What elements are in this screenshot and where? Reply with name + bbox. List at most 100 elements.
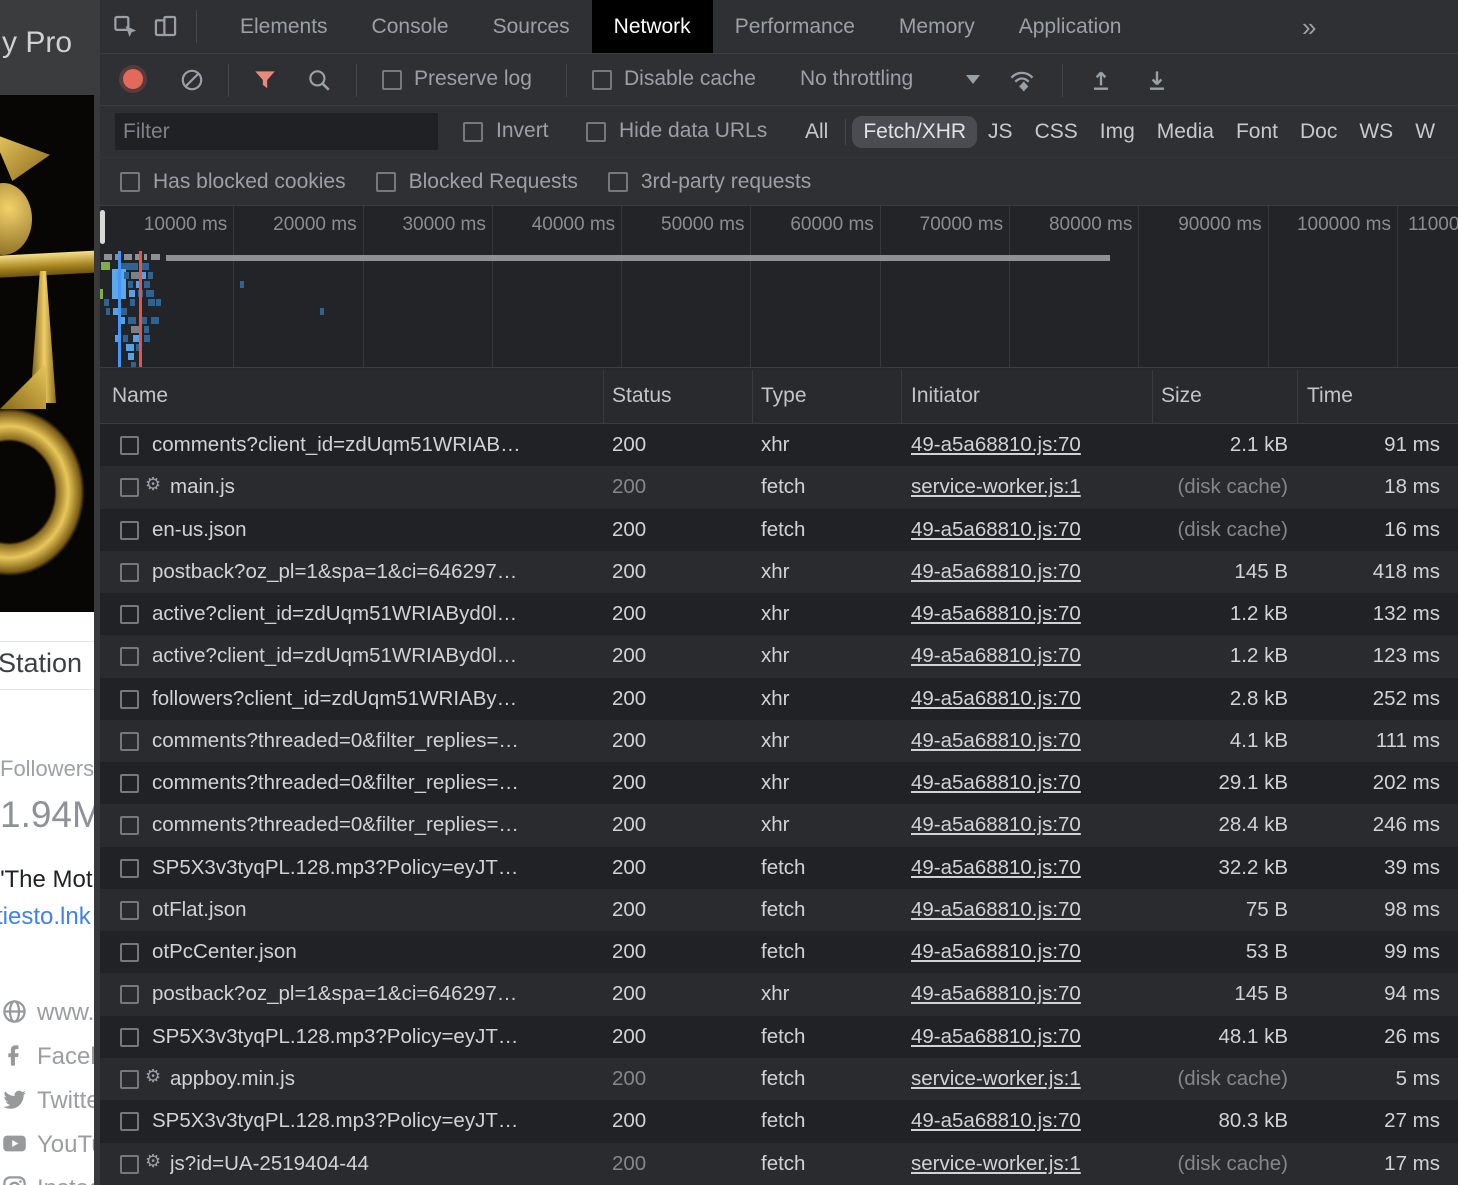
type-filter-js[interactable]: JS xyxy=(977,116,1024,148)
row-checkbox[interactable] xyxy=(120,478,139,497)
filter-icon[interactable] xyxy=(252,67,278,93)
col-time[interactable]: Time xyxy=(1307,384,1353,408)
table-row[interactable]: otPcCenter.json200fetch49-a5a68810.js:70… xyxy=(100,931,1458,973)
tab-network[interactable]: Network xyxy=(592,0,713,53)
request-initiator-link[interactable]: 49-a5a68810.js:70 xyxy=(911,813,1081,837)
type-filter-ws[interactable]: WS xyxy=(1348,116,1404,148)
table-row[interactable]: comments?threaded=0&filter_replies=…200x… xyxy=(100,762,1458,804)
tab-application[interactable]: Application xyxy=(997,0,1144,53)
3rd-party-requests-checkbox[interactable] xyxy=(608,172,628,192)
site-nav-item[interactable]: Station xyxy=(0,648,82,679)
clear-icon[interactable] xyxy=(179,67,205,93)
request-name[interactable]: otPcCenter.json xyxy=(152,940,297,964)
request-initiator-link[interactable]: service-worker.js:1 xyxy=(911,1152,1081,1176)
table-row[interactable]: active?client_id=zdUqm51WRIAByd0l…200xhr… xyxy=(100,635,1458,677)
throttling-select[interactable]: No throttling xyxy=(800,67,913,91)
bio-link[interactable]: tiesto.lnk xyxy=(0,903,91,931)
table-row[interactable]: postback?oz_pl=1&spa=1&ci=646297…200xhr4… xyxy=(100,551,1458,593)
overview-drag-handle[interactable] xyxy=(100,210,105,244)
table-row[interactable]: comments?threaded=0&filter_replies=…200x… xyxy=(100,804,1458,846)
request-name[interactable]: SP5X3v3tyqPL.128.mp3?Policy=eyJT… xyxy=(152,1109,518,1133)
type-filter-img[interactable]: Img xyxy=(1089,116,1146,148)
col-initiator[interactable]: Initiator xyxy=(911,384,980,408)
disable-cache-checkbox[interactable] xyxy=(592,70,612,90)
filter-input[interactable] xyxy=(115,113,438,150)
request-initiator-link[interactable]: 49-a5a68810.js:70 xyxy=(911,518,1081,542)
type-filter-w[interactable]: W xyxy=(1404,116,1446,148)
tab-memory[interactable]: Memory xyxy=(877,0,997,53)
table-row[interactable]: ⚙js?id=UA-2519404-44200fetchservice-work… xyxy=(100,1143,1458,1185)
request-name[interactable]: comments?threaded=0&filter_replies=… xyxy=(152,813,519,837)
request-name[interactable]: main.js xyxy=(170,475,235,499)
row-checkbox[interactable] xyxy=(120,732,139,751)
request-initiator-link[interactable]: service-worker.js:1 xyxy=(911,1067,1081,1091)
row-checkbox[interactable] xyxy=(120,816,139,835)
request-name[interactable]: SP5X3v3tyqPL.128.mp3?Policy=eyJT… xyxy=(152,1025,518,1049)
table-row[interactable]: postback?oz_pl=1&spa=1&ci=646297…200xhr4… xyxy=(100,973,1458,1015)
table-row[interactable]: SP5X3v3tyqPL.128.mp3?Policy=eyJT…200fetc… xyxy=(100,1100,1458,1142)
row-checkbox[interactable] xyxy=(120,1070,139,1089)
row-checkbox[interactable] xyxy=(120,1155,139,1174)
more-tabs-icon[interactable]: » xyxy=(1288,2,1330,52)
row-checkbox[interactable] xyxy=(120,943,139,962)
social-link[interactable]: Faceb xyxy=(0,1042,100,1076)
table-row[interactable]: comments?threaded=0&filter_replies=…200x… xyxy=(100,720,1458,762)
table-row[interactable]: ⚙appboy.min.js200fetchservice-worker.js:… xyxy=(100,1058,1458,1100)
request-initiator-link[interactable]: 49-a5a68810.js:70 xyxy=(911,898,1081,922)
type-filter-media[interactable]: Media xyxy=(1146,116,1225,148)
col-size[interactable]: Size xyxy=(1161,384,1202,408)
row-checkbox[interactable] xyxy=(120,521,139,540)
row-checkbox[interactable] xyxy=(120,859,139,878)
row-checkbox[interactable] xyxy=(120,436,139,455)
social-link[interactable]: YouTu xyxy=(0,1130,100,1164)
table-row[interactable]: SP5X3v3tyqPL.128.mp3?Policy=eyJT…200fetc… xyxy=(100,847,1458,889)
tab-console[interactable]: Console xyxy=(350,0,471,53)
type-filter-fetchxhr[interactable]: Fetch/XHR xyxy=(852,116,977,148)
has-blocked-cookies-checkbox[interactable] xyxy=(120,172,140,192)
hide-data-urls-checkbox[interactable] xyxy=(586,122,606,142)
request-initiator-link[interactable]: 49-a5a68810.js:70 xyxy=(911,644,1081,668)
request-initiator-link[interactable]: service-worker.js:1 xyxy=(911,475,1081,499)
col-name[interactable]: Name xyxy=(112,384,168,408)
table-row[interactable]: followers?client_id=zdUqm51WRIABy…200xhr… xyxy=(100,678,1458,720)
request-name[interactable]: active?client_id=zdUqm51WRIAByd0l… xyxy=(152,644,517,668)
request-initiator-link[interactable]: 49-a5a68810.js:70 xyxy=(911,771,1081,795)
table-row[interactable]: en-us.json200fetch49-a5a68810.js:70(disk… xyxy=(100,509,1458,551)
request-initiator-link[interactable]: 49-a5a68810.js:70 xyxy=(911,433,1081,457)
search-icon[interactable] xyxy=(306,67,332,93)
row-checkbox[interactable] xyxy=(120,901,139,920)
tab-performance[interactable]: Performance xyxy=(713,0,877,53)
type-filter-all[interactable]: All xyxy=(794,116,839,148)
request-name[interactable]: js?id=UA-2519404-44 xyxy=(170,1152,369,1176)
table-row[interactable]: otFlat.json200fetch49-a5a68810.js:7075 B… xyxy=(100,889,1458,931)
export-har-icon[interactable] xyxy=(1144,67,1170,93)
type-filter-css[interactable]: CSS xyxy=(1024,116,1089,148)
request-initiator-link[interactable]: 49-a5a68810.js:70 xyxy=(911,982,1081,1006)
social-link[interactable]: www. xyxy=(0,998,100,1032)
device-toolbar-icon[interactable] xyxy=(152,13,179,40)
request-name[interactable]: postback?oz_pl=1&spa=1&ci=646297… xyxy=(152,982,517,1006)
table-row[interactable]: comments?client_id=zdUqm51WRIAB…200xhr49… xyxy=(100,424,1458,466)
request-name[interactable]: postback?oz_pl=1&spa=1&ci=646297… xyxy=(152,560,517,584)
col-type[interactable]: Type xyxy=(761,384,807,408)
import-har-icon[interactable] xyxy=(1088,67,1114,93)
row-checkbox[interactable] xyxy=(120,1028,139,1047)
request-initiator-link[interactable]: 49-a5a68810.js:70 xyxy=(911,940,1081,964)
request-name[interactable]: appboy.min.js xyxy=(170,1067,295,1091)
row-checkbox[interactable] xyxy=(120,605,139,624)
request-name[interactable]: comments?client_id=zdUqm51WRIAB… xyxy=(152,433,521,457)
type-filter-font[interactable]: Font xyxy=(1225,116,1289,148)
request-name[interactable]: active?client_id=zdUqm51WRIAByd0l… xyxy=(152,602,517,626)
request-name[interactable]: SP5X3v3tyqPL.128.mp3?Policy=eyJT… xyxy=(152,856,518,880)
network-conditions-icon[interactable] xyxy=(1008,66,1036,94)
request-initiator-link[interactable]: 49-a5a68810.js:70 xyxy=(911,1109,1081,1133)
request-initiator-link[interactable]: 49-a5a68810.js:70 xyxy=(911,560,1081,584)
col-status[interactable]: Status xyxy=(612,384,672,408)
request-name[interactable]: followers?client_id=zdUqm51WRIABy… xyxy=(152,687,517,711)
tab-elements[interactable]: Elements xyxy=(218,0,350,53)
invert-checkbox[interactable] xyxy=(463,122,483,142)
request-initiator-link[interactable]: 49-a5a68810.js:70 xyxy=(911,856,1081,880)
request-initiator-link[interactable]: 49-a5a68810.js:70 xyxy=(911,687,1081,711)
record-button[interactable] xyxy=(123,69,143,89)
row-checkbox[interactable] xyxy=(120,563,139,582)
